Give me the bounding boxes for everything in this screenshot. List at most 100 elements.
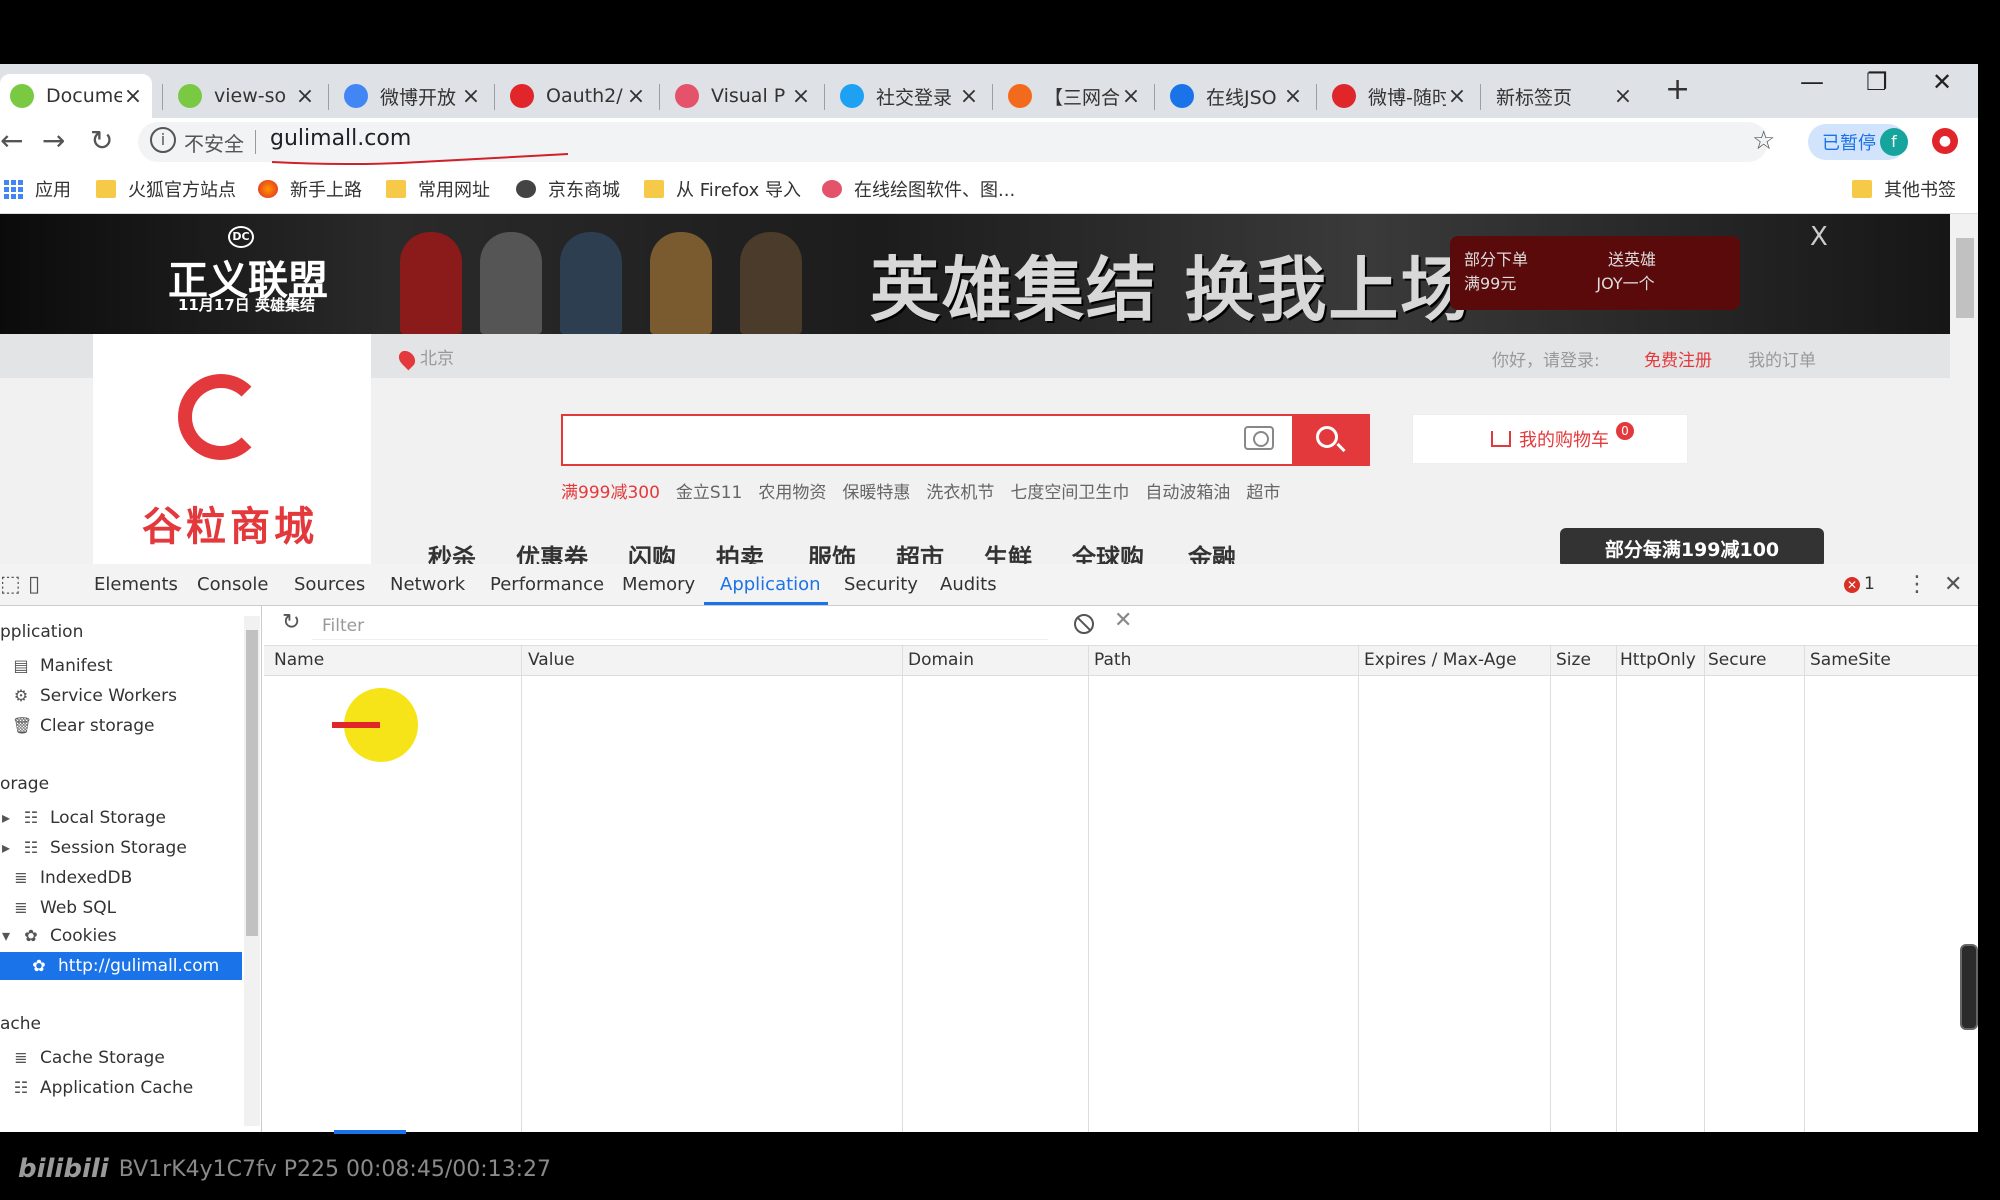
site-info-icon[interactable]: i — [150, 127, 176, 153]
login-link[interactable]: 你好，请登录: — [1492, 346, 1600, 371]
column-header[interactable]: SameSite — [1810, 650, 1891, 670]
sidebar-item-cookie-origin[interactable]: ✿ http://gulimall.com — [30, 956, 219, 976]
cart-button[interactable]: 我的购物车 — [1412, 414, 1688, 464]
tab-close-icon[interactable]: × — [790, 84, 812, 109]
refresh-icon[interactable]: ↻ — [282, 610, 300, 635]
column-header[interactable]: HttpOnly — [1620, 650, 1696, 670]
hot-word-link[interactable]: 七度空间卫生巾 — [1010, 478, 1129, 503]
tab-close-icon[interactable]: × — [1446, 84, 1468, 109]
hot-word-link[interactable]: 金立S11 — [676, 478, 742, 503]
browser-tab[interactable]: view-so × — [168, 74, 324, 118]
close-window-button[interactable]: ✕ — [1932, 68, 1952, 96]
promo-tag[interactable]: 部分每满199减100 — [1560, 528, 1824, 568]
devtools-tab-console[interactable]: Console — [197, 574, 268, 595]
sidebar-item-cookies[interactable]: ▾ ✿ Cookies — [0, 926, 117, 946]
devtools-tab-sources[interactable]: Sources — [294, 574, 365, 595]
devtools-tab-audits[interactable]: Audits — [940, 574, 997, 595]
browser-tab[interactable]: 社交登录 × — [830, 74, 988, 118]
tab-close-icon[interactable]: × — [460, 84, 482, 109]
sidebar-item-indexeddb[interactable]: ≣ IndexedDB — [12, 868, 132, 888]
browser-tab[interactable]: 【三网合 × — [998, 74, 1150, 118]
sidebar-item-cache-storage[interactable]: ≣ Cache Storage — [12, 1048, 165, 1068]
forward-button[interactable]: → — [42, 124, 65, 157]
browser-tab[interactable]: 新标签页 × — [1486, 74, 1642, 118]
clear-all-icon[interactable] — [1074, 614, 1094, 634]
tab-close-icon[interactable]: × — [1282, 84, 1304, 109]
sidebar-item-manifest[interactable]: ▤ Manifest — [12, 656, 112, 676]
inspect-element-icon[interactable]: ⬚ — [0, 572, 21, 597]
my-orders-link[interactable]: 我的订单 — [1748, 346, 1816, 371]
column-header[interactable]: Path — [1094, 650, 1131, 670]
browser-tab[interactable]: 微博开放 × — [334, 74, 490, 118]
column-header[interactable]: Size — [1556, 650, 1591, 670]
devtools-tab-network[interactable]: Network — [390, 574, 465, 595]
sidebar-item-web-sql[interactable]: ≣ Web SQL — [12, 898, 116, 918]
location-selector[interactable]: 北京 — [395, 344, 454, 371]
tab-close-icon[interactable]: × — [294, 84, 316, 109]
hot-word-link[interactable]: 超市 — [1246, 478, 1280, 503]
devtools-close-icon[interactable]: ✕ — [1944, 572, 1962, 597]
browser-tab[interactable]: 微博-随时 × — [1322, 74, 1476, 118]
tab-close-icon[interactable]: × — [122, 84, 144, 109]
hot-word-link[interactable]: 洗衣机节 — [926, 478, 994, 503]
column-header[interactable]: Secure — [1708, 650, 1766, 670]
site-search-button[interactable] — [1292, 414, 1370, 466]
delete-selected-icon[interactable]: ✕ — [1114, 608, 1132, 633]
bookmark-item[interactable]: 京东商城 — [516, 176, 620, 202]
side-handle[interactable] — [1960, 944, 1978, 1030]
new-tab-button[interactable]: + — [1665, 72, 1690, 107]
camera-search-icon[interactable] — [1244, 426, 1274, 450]
url-text[interactable]: gulimall.com — [270, 126, 411, 151]
devtools-tab-application[interactable]: Application — [720, 574, 821, 595]
devtools-tab-performance[interactable]: Performance — [490, 574, 604, 595]
bookmark-item[interactable]: 应用 — [4, 176, 71, 202]
promo-banner[interactable]: DC 正义联盟 11月17日 英雄集结 英雄集结 换我上场 部分下单 送英雄 满… — [0, 214, 1950, 334]
hot-word-link[interactable]: 自动波箱油 — [1145, 478, 1230, 503]
reload-button[interactable]: ↻ — [90, 124, 113, 157]
bookmark-item[interactable]: 新手上路 — [258, 176, 362, 202]
sidebar-scroll-thumb[interactable] — [246, 630, 258, 936]
browser-tab[interactable]: 在线JSO × — [1160, 74, 1312, 118]
hot-word-link[interactable]: 保暖特惠 — [842, 478, 910, 503]
sidebar-item-application-cache[interactable]: ☷ Application Cache — [12, 1078, 193, 1098]
sidebar-item-service-workers[interactable]: ⚙ Service Workers — [12, 686, 177, 706]
profile-avatar[interactable]: f — [1880, 128, 1908, 156]
extension-icon[interactable]: ● — [1932, 128, 1958, 154]
restore-button[interactable]: ❐ — [1866, 68, 1888, 96]
bookmark-item[interactable]: 从 Firefox 导入 — [644, 176, 801, 202]
filter-input[interactable]: Filter — [312, 612, 1048, 640]
minimize-button[interactable]: — — [1800, 68, 1824, 96]
column-header[interactable]: Value — [528, 650, 575, 670]
register-link[interactable]: 免费注册 — [1644, 346, 1712, 371]
devtools-menu-icon[interactable]: ⋮ — [1906, 572, 1928, 597]
column-header[interactable]: Name — [274, 650, 324, 670]
bookmark-star-icon[interactable]: ☆ — [1752, 126, 1775, 156]
browser-tab[interactable]: Docume × — [0, 74, 152, 118]
column-header[interactable]: Domain — [908, 650, 974, 670]
browser-tab[interactable]: Oauth2/× — [500, 74, 655, 118]
bookmark-item[interactable]: 常用网址 — [386, 176, 490, 202]
tab-close-icon[interactable]: × — [625, 84, 647, 109]
banner-close-button[interactable]: X — [1810, 222, 1828, 252]
bookmark-item[interactable]: 其他书签 — [1852, 176, 1956, 202]
device-toolbar-icon[interactable]: ▯ — [28, 572, 40, 597]
hot-word-link[interactable]: 农用物资 — [758, 478, 826, 503]
devtools-tab-memory[interactable]: Memory — [622, 574, 695, 595]
page-scroll-thumb[interactable] — [1956, 238, 1974, 318]
hot-word-link[interactable]: 满999减300 — [561, 478, 660, 503]
devtools-tab-elements[interactable]: Elements — [94, 574, 178, 595]
back-button[interactable]: ← — [0, 124, 23, 157]
browser-tab[interactable]: Visual P × — [665, 74, 820, 118]
sidebar-item-clear-storage[interactable]: 🗑 Clear storage — [12, 716, 154, 736]
error-counter[interactable]: ✕ 1 — [1844, 574, 1875, 594]
tab-close-icon[interactable]: × — [1612, 84, 1634, 109]
tab-close-icon[interactable]: × — [958, 84, 980, 109]
sidebar-item-local-storage[interactable]: ▸ ☷ Local Storage — [0, 808, 166, 828]
bookmark-item[interactable]: 火狐官方站点 — [96, 176, 236, 202]
site-search-input[interactable] — [561, 414, 1294, 466]
column-header[interactable]: Expires / Max-Age — [1364, 650, 1517, 670]
sidebar-item-session-storage[interactable]: ▸ ☷ Session Storage — [0, 838, 187, 858]
devtools-tab-security[interactable]: Security — [844, 574, 918, 595]
bookmark-item[interactable]: 在线绘图软件、图... — [822, 176, 1015, 202]
tab-close-icon[interactable]: × — [1120, 84, 1142, 109]
